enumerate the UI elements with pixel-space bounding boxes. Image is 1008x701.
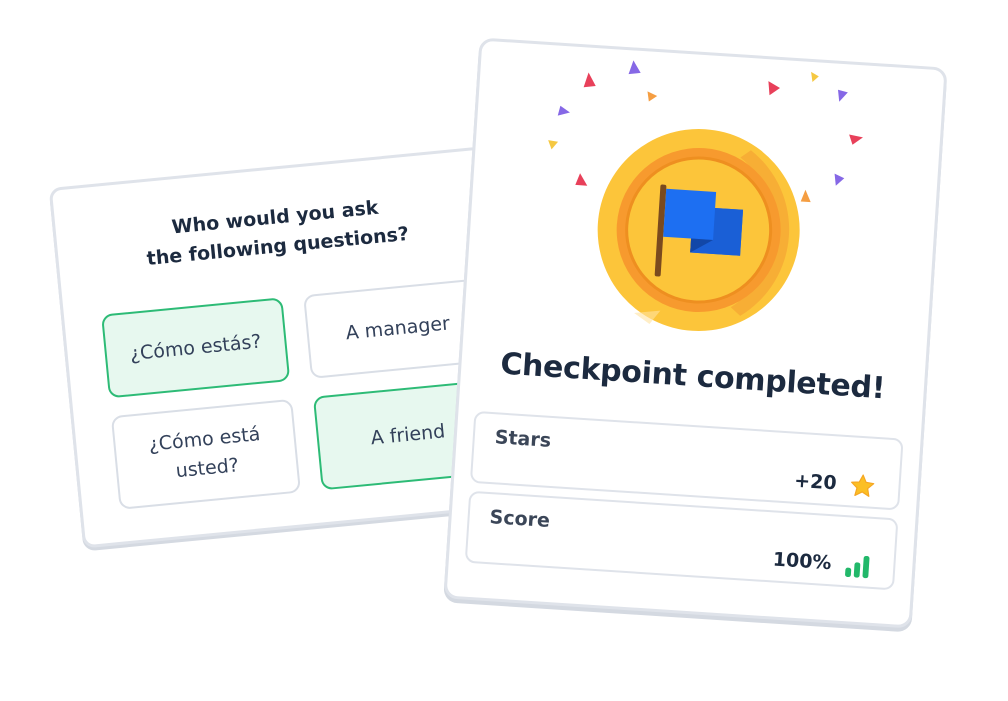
- answer-option-como-estas[interactable]: ¿Cómo estás?: [101, 297, 291, 399]
- stars-label: Stars: [494, 426, 552, 452]
- answer-option-como-esta-usted[interactable]: ¿Cómo está usted?: [110, 398, 301, 510]
- answer-option-label: ¿Cómo estás?: [128, 330, 263, 365]
- flag-medal-icon: [597, 128, 800, 331]
- signal-bars-icon: [845, 555, 870, 579]
- score-label: Score: [488, 506, 551, 532]
- quiz-question: Who would you ask the following question…: [55, 183, 498, 283]
- stars-value: +20: [793, 469, 838, 495]
- checkpoint-card: Checkpoint completed! Stars +20 Score 10…: [443, 37, 948, 629]
- answer-option-label: A friend: [369, 419, 447, 449]
- stage: Who would you ask the following question…: [0, 0, 1008, 701]
- star-icon: [851, 474, 875, 497]
- answer-option-label: A manager: [344, 311, 451, 344]
- score-value: 100%: [772, 548, 833, 575]
